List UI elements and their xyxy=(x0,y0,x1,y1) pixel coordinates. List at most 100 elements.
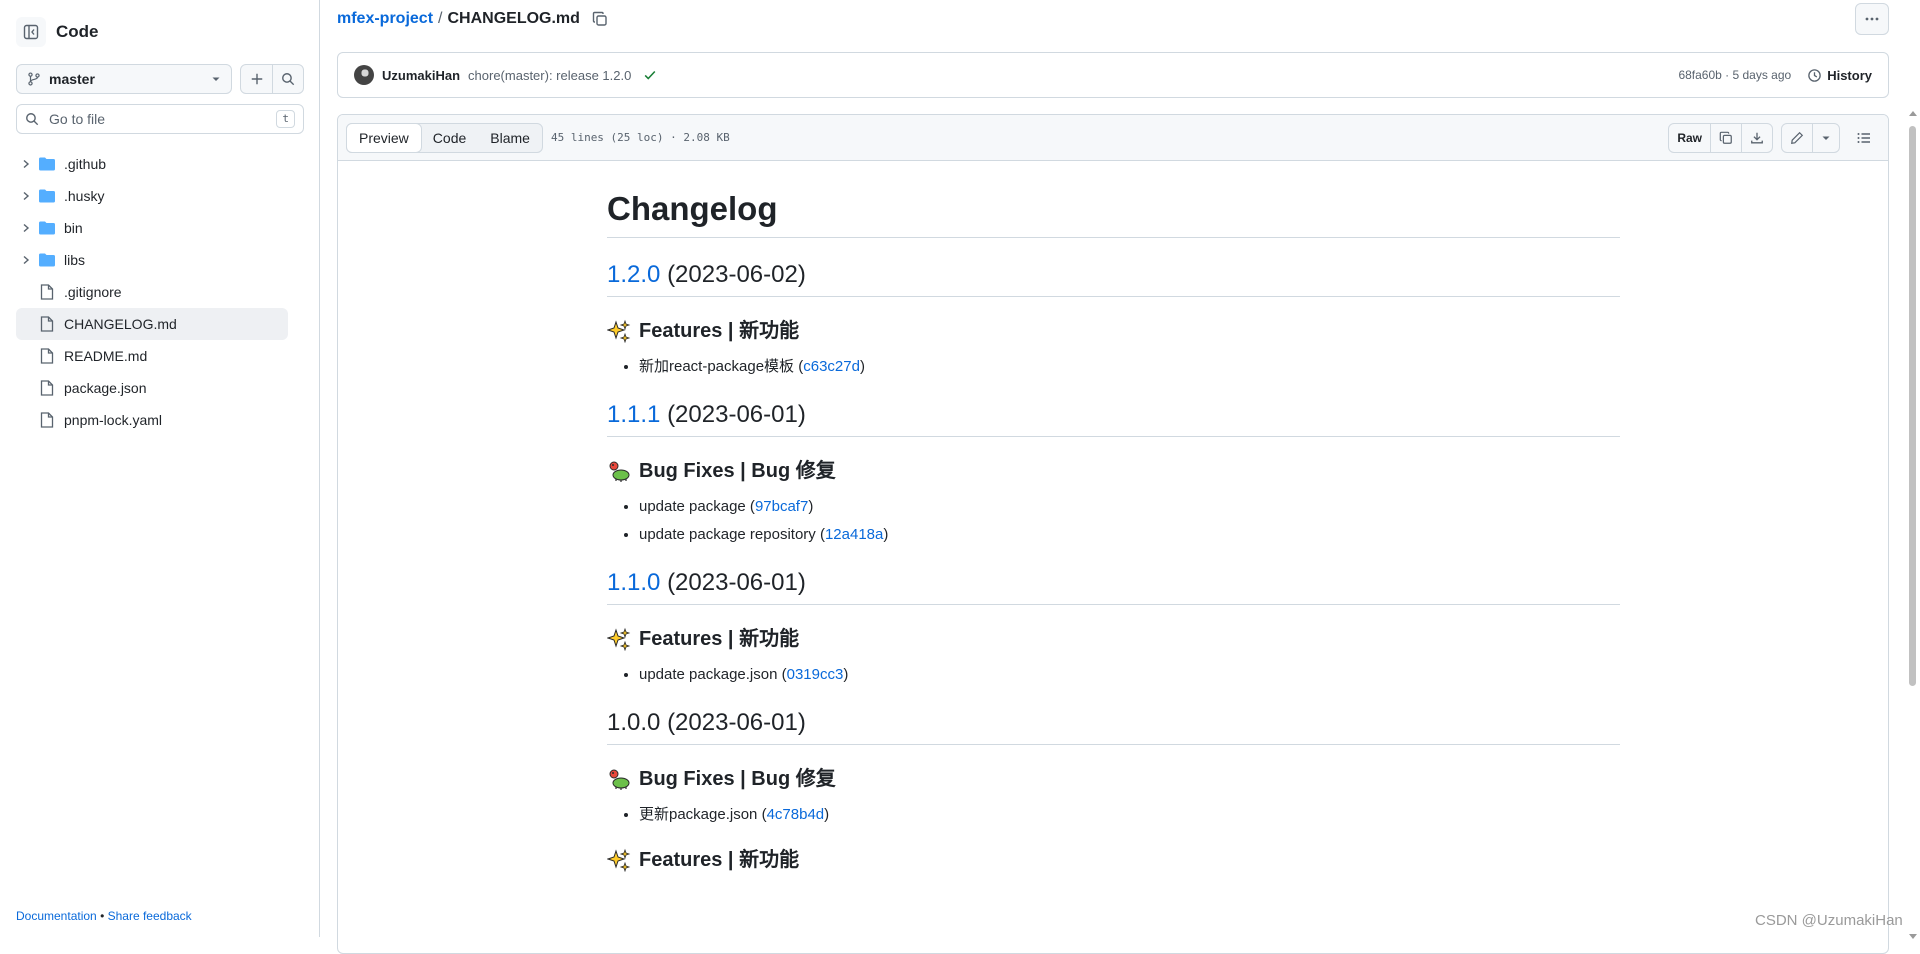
version-heading: 1.1.1 (2023-06-01) xyxy=(607,400,1620,437)
tree-item-readme-md[interactable]: README.md xyxy=(16,340,288,372)
edit-button[interactable] xyxy=(1782,124,1812,152)
tree-item-label: CHANGELOG.md xyxy=(64,316,177,332)
raw-button[interactable]: Raw xyxy=(1669,124,1710,152)
change-text: update package repository xyxy=(639,525,816,543)
chevron-right-icon[interactable] xyxy=(19,221,33,235)
search-files-button[interactable] xyxy=(272,65,303,93)
commit-meta[interactable]: 68fa60b · 5 days ago xyxy=(1678,68,1791,82)
footer-separator: • xyxy=(100,909,105,923)
latest-commit-bar: UzumakiHan chore(master): release 1.2.0 … xyxy=(337,52,1889,98)
change-group-heading: Features | 新功能 xyxy=(607,319,1620,344)
change-group-heading: Bug Fixes | Bug 修复 xyxy=(607,459,1620,484)
pencil-icon xyxy=(1791,131,1804,144)
outline-button[interactable] xyxy=(1848,123,1880,153)
change-list: update package (97bcaf7) update package r… xyxy=(607,496,1620,546)
list-item: 更新package.json (4c78b4d) xyxy=(639,804,1620,826)
commit-hash-link[interactable]: 4c78b4d xyxy=(767,806,825,823)
file-icon xyxy=(38,316,56,332)
scrollbar-thumb[interactable] xyxy=(1909,126,1916,686)
change-group-heading: Bug Fixes | Bug 修复 xyxy=(607,767,1620,792)
chevron-right-icon[interactable] xyxy=(19,189,33,203)
search-icon xyxy=(282,73,295,86)
tree-item-label: .github xyxy=(64,156,107,172)
file-icon xyxy=(38,284,56,300)
edit-actions-group xyxy=(1781,122,1840,153)
list-item: update package.json (0319cc3) xyxy=(639,664,1620,686)
breadcrumb-separator: / xyxy=(438,10,443,27)
breadcrumb-repo-link[interactable]: mfex-project xyxy=(337,10,433,28)
change-list: update package.json (0319cc3) xyxy=(607,664,1620,686)
sidebar-header: Code xyxy=(16,17,99,47)
folder-icon xyxy=(38,220,56,236)
commit-hash-link[interactable]: 0319cc3 xyxy=(787,666,844,683)
check-status-icon[interactable] xyxy=(643,68,657,82)
go-to-file-input[interactable] xyxy=(47,110,277,128)
commit-author[interactable]: UzumakiHan xyxy=(382,68,460,83)
page-scrollbar[interactable] xyxy=(1907,111,1917,939)
chevron-right-icon[interactable] xyxy=(19,157,33,171)
sidebar-footer: Documentation • Share feedback xyxy=(16,909,192,923)
breadcrumb-file-name: CHANGELOG.md xyxy=(447,10,580,27)
copy-path-button[interactable] xyxy=(592,11,608,27)
view-mode-tabs: Preview Code Blame xyxy=(346,122,543,153)
version-link[interactable]: 1.1.0 xyxy=(607,569,660,596)
breadcrumb: mfex-project / CHANGELOG.md xyxy=(337,8,608,30)
file-actions: Raw xyxy=(1668,122,1880,153)
watermark: CSDN @UzumakiHan xyxy=(1755,912,1903,929)
history-button[interactable]: History xyxy=(1807,68,1872,83)
version-link[interactable]: 1.2.0 xyxy=(607,261,660,288)
tree-item-package-json[interactable]: package.json xyxy=(16,372,288,404)
version-date: (2023-06-01) xyxy=(667,568,806,596)
tree-item-husky[interactable]: .husky xyxy=(16,180,288,212)
history-icon xyxy=(1808,68,1821,82)
documentation-link[interactable]: Documentation xyxy=(16,909,97,923)
copy-icon xyxy=(1719,131,1732,144)
tab-code[interactable]: Code xyxy=(421,124,478,152)
scroll-up-arrow[interactable] xyxy=(1908,110,1917,118)
tree-item-libs[interactable]: libs xyxy=(16,244,288,276)
collapse-sidebar-button[interactable] xyxy=(16,17,46,47)
change-group-title: Bug Fixes | Bug 修复 xyxy=(639,459,836,482)
add-file-button[interactable] xyxy=(241,65,272,93)
file-icon xyxy=(38,412,56,428)
scroll-down-arrow[interactable] xyxy=(1908,934,1917,942)
more-options-button[interactable] xyxy=(1855,3,1889,35)
avatar[interactable] xyxy=(354,65,374,85)
version-link[interactable]: 1.1.1 xyxy=(607,401,660,428)
list-item: update package (97bcaf7) xyxy=(639,496,1620,518)
caret-down-icon xyxy=(212,77,220,81)
commit-message[interactable]: chore(master): release 1.2.0 xyxy=(468,68,631,83)
tree-actions xyxy=(240,64,304,94)
commit-hash-link[interactable]: c63c27d xyxy=(803,358,860,375)
document-title: Changelog xyxy=(607,189,1620,238)
bug-icon xyxy=(607,459,631,483)
sparkles-icon xyxy=(607,319,631,344)
tree-item-bin[interactable]: bin xyxy=(16,212,288,244)
chevron-right-icon[interactable] xyxy=(19,253,33,267)
folder-icon xyxy=(38,156,56,172)
branch-toolbar: master xyxy=(16,64,304,94)
file-viewer: Preview Code Blame 45 lines (25 loc) · 2… xyxy=(337,114,1889,954)
folder-icon xyxy=(38,188,56,204)
copy-raw-button[interactable] xyxy=(1710,123,1741,152)
tab-preview[interactable]: Preview xyxy=(346,122,422,153)
branch-selector[interactable]: master xyxy=(16,64,232,94)
tree-item-gitignore[interactable]: .gitignore xyxy=(16,276,288,308)
change-group-heading: Features | 新功能 xyxy=(607,627,1620,652)
tree-item-label: package.json xyxy=(64,380,147,396)
download-button[interactable] xyxy=(1741,123,1772,152)
change-group-title: Bug Fixes | Bug 修复 xyxy=(639,767,836,790)
tree-item-label: .husky xyxy=(64,188,105,204)
edit-dropdown-button[interactable] xyxy=(1812,123,1839,152)
tree-item-label: pnpm-lock.yaml xyxy=(64,412,163,428)
change-text: update package xyxy=(639,497,746,515)
tab-blame[interactable]: Blame xyxy=(478,124,542,152)
version-heading: 1.0.0 (2023-06-01) xyxy=(607,708,1620,745)
tree-item-changelog-md[interactable]: CHANGELOG.md xyxy=(16,308,288,340)
commit-hash-link[interactable]: 97bcaf7 xyxy=(755,498,808,515)
commit-hash-link[interactable]: 12a418a xyxy=(825,526,883,543)
share-feedback-link[interactable]: Share feedback xyxy=(108,909,192,923)
tree-item-pnpm-lock-yaml[interactable]: pnpm-lock.yaml xyxy=(16,404,288,436)
list-unordered-icon xyxy=(1857,132,1870,143)
tree-item-github[interactable]: .github xyxy=(16,148,288,180)
